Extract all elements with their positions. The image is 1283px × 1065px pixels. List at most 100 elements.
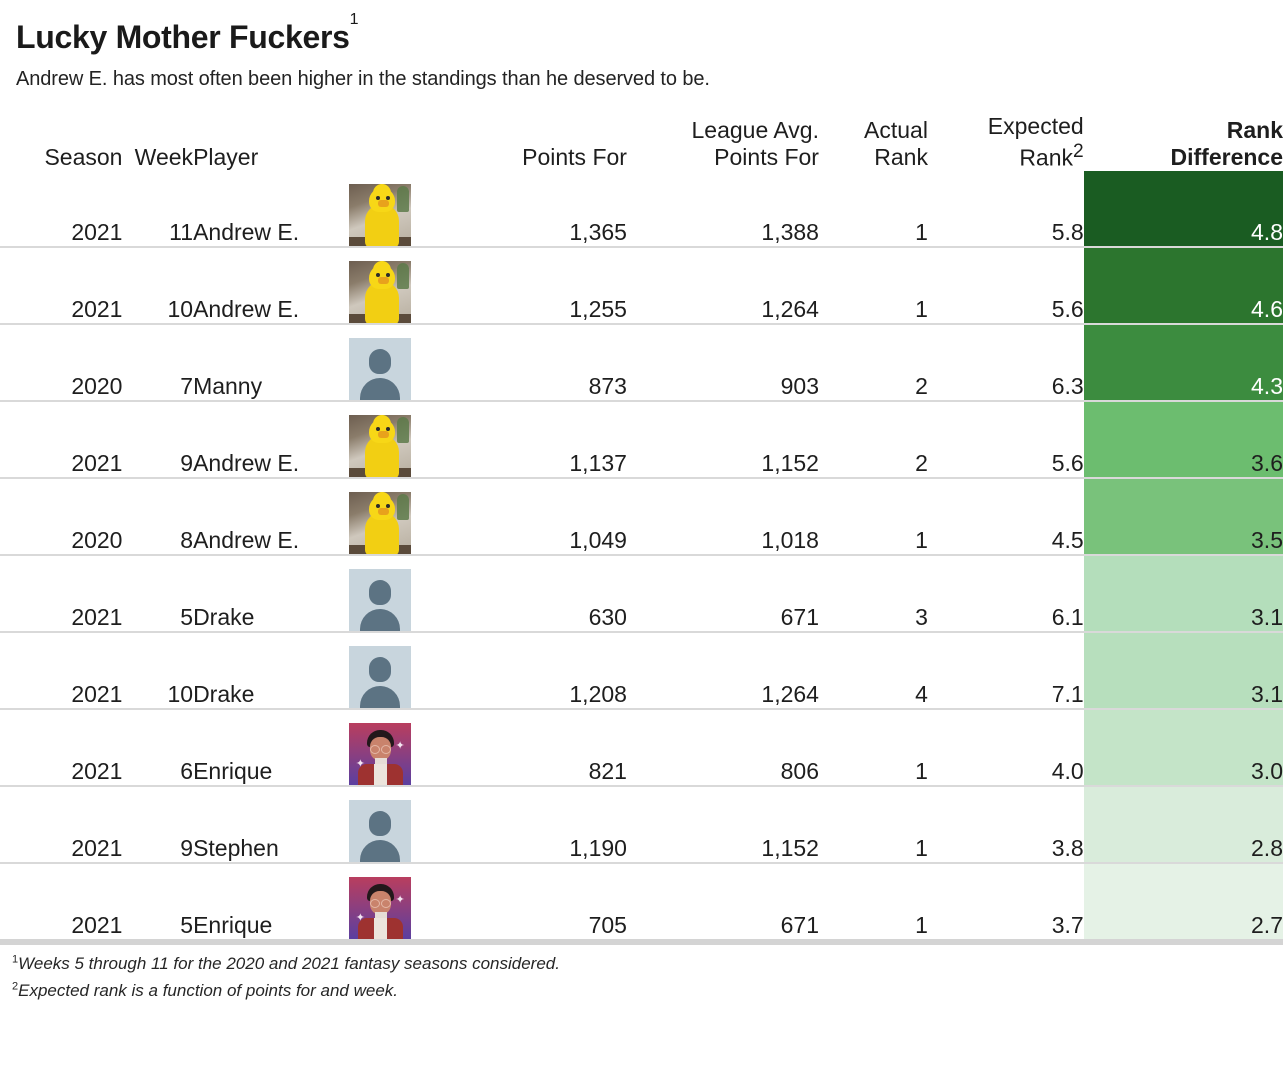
cell-player: Andrew E. bbox=[193, 477, 349, 556]
sparkle-icon: ✦ bbox=[355, 758, 365, 771]
table-row: 2021 6 Enrique ✦ ✦ 821 806 1 4.0 3.0 bbox=[0, 708, 1283, 787]
cell-expected-rank: 7.1 bbox=[927, 631, 1084, 710]
cell-avatar bbox=[348, 400, 441, 479]
table-body: 2021 11 Andrew E. 1,365 1,388 1 5.8 4.8 2021 10 An… bbox=[0, 171, 1283, 940]
bigbird-avatar bbox=[348, 261, 411, 324]
cell-avatar bbox=[348, 246, 441, 325]
sparkle-icon: ✦ bbox=[355, 912, 365, 925]
cell-week: 11 bbox=[169, 219, 194, 246]
footnote: 1Weeks 5 through 11 for the 2020 and 202… bbox=[12, 951, 1283, 977]
cell-actual-rank: 1 bbox=[818, 246, 928, 325]
cell-week: 8 bbox=[122, 477, 194, 556]
cell-expected-rank: 3.7 bbox=[927, 862, 1084, 940]
default-avatar bbox=[348, 569, 411, 632]
avatar-body-shape bbox=[359, 609, 400, 632]
cell-player: Drake bbox=[193, 631, 349, 710]
cell-season: 2021 bbox=[0, 631, 123, 710]
cell-player: Andrew E. bbox=[193, 219, 300, 246]
cell-avatar bbox=[348, 323, 441, 402]
cell-expected-rank: 3.8 bbox=[927, 785, 1084, 864]
cell-avatar: ✦ ✦ bbox=[348, 708, 441, 787]
cell-season: 2021 bbox=[0, 554, 123, 633]
avatar-head-shape bbox=[368, 657, 391, 683]
cell-rank-difference: 3.0 bbox=[1083, 708, 1283, 787]
page-title: Lucky Mother Fuckers1 bbox=[16, 12, 1283, 56]
enrique-avatar: ✦ ✦ bbox=[348, 723, 411, 786]
cell-week: 6 bbox=[122, 708, 194, 787]
cell-points-for: 705 bbox=[440, 862, 627, 940]
cell-season: 2021 bbox=[0, 246, 123, 325]
cell-league-avg-points-for: 671 bbox=[626, 862, 819, 940]
cell-rank-difference: 3.5 bbox=[1083, 477, 1283, 556]
cell-season: 2021 bbox=[71, 219, 123, 246]
footnotes: 1Weeks 5 through 11 for the 2020 and 202… bbox=[12, 951, 1283, 1004]
table-header: Season Week Player Points For League Avg… bbox=[0, 113, 1283, 171]
footnote-text: Weeks 5 through 11 for the 2020 and 2021… bbox=[18, 954, 560, 974]
cell-rank-difference: 3.1 bbox=[1083, 554, 1283, 633]
table-row: 2021 11 Andrew E. 1,365 1,388 1 5.8 4.8 bbox=[0, 171, 1283, 248]
cell-expected-rank: 4.5 bbox=[927, 477, 1084, 556]
column-header-actual-rank: Actual Rank bbox=[864, 117, 928, 171]
column-header-season: Season bbox=[44, 144, 123, 171]
cell-league-avg-points-for: 1,388 bbox=[761, 219, 819, 246]
table-row: 2021 10 Drake 1,208 1,264 4 7.1 3.1 bbox=[0, 631, 1283, 710]
cell-season: 2020 bbox=[0, 477, 123, 556]
cell-expected-rank: 5.6 bbox=[927, 400, 1084, 479]
column-header-expected-rank-label: Expected Rank bbox=[987, 113, 1084, 171]
avatar-head-shape bbox=[368, 811, 391, 837]
avatar-body-shape bbox=[359, 378, 400, 401]
cell-week: 7 bbox=[122, 323, 194, 402]
avatar-head-shape bbox=[368, 580, 391, 606]
cell-league-avg-points-for: 1,264 bbox=[626, 246, 819, 325]
cell-league-avg-points-for: 1,152 bbox=[626, 400, 819, 479]
cell-rank-difference: 2.7 bbox=[1083, 862, 1283, 940]
standings-table: Season Week Player Points For League Avg… bbox=[0, 113, 1283, 940]
column-header-week: Week bbox=[134, 144, 194, 171]
avatar-plant-shape bbox=[396, 263, 409, 290]
avatar-shirt-shape bbox=[373, 918, 387, 940]
avatar-bird-beak bbox=[377, 200, 389, 208]
cell-avatar bbox=[348, 477, 441, 556]
cell-player: Stephen bbox=[193, 785, 349, 864]
cell-avatar bbox=[348, 171, 440, 247]
bigbird-avatar bbox=[348, 184, 411, 247]
cell-points-for: 630 bbox=[440, 554, 627, 633]
table-row: 2021 5 Drake 630 671 3 6.1 3.1 bbox=[0, 554, 1283, 633]
table-row: 2021 9 Stephen 1,190 1,152 1 3.8 2.8 bbox=[0, 785, 1283, 864]
cell-expected-rank: 6.3 bbox=[927, 323, 1084, 402]
title-footnote-marker: 1 bbox=[349, 11, 359, 29]
cell-actual-rank: 1 bbox=[818, 708, 928, 787]
bigbird-avatar bbox=[348, 492, 411, 555]
avatar-bird-beak bbox=[377, 277, 389, 285]
cell-season: 2021 bbox=[0, 785, 123, 864]
cell-avatar: ✦ ✦ bbox=[348, 862, 441, 940]
enrique-avatar: ✦ ✦ bbox=[348, 877, 411, 940]
cell-league-avg-points-for: 1,264 bbox=[626, 631, 819, 710]
cell-points-for: 873 bbox=[440, 323, 627, 402]
cell-rank-difference: 4.3 bbox=[1083, 323, 1283, 402]
cell-player: Manny bbox=[193, 323, 349, 402]
avatar-shirt-shape bbox=[373, 764, 387, 786]
sparkle-icon: ✦ bbox=[395, 740, 405, 753]
cell-points-for: 1,208 bbox=[440, 631, 627, 710]
cell-avatar bbox=[348, 554, 441, 633]
avatar-head-shape bbox=[368, 349, 391, 375]
cell-expected-rank: 4.0 bbox=[927, 708, 1084, 787]
cell-actual-rank: 1 bbox=[915, 219, 928, 246]
avatar-body-shape bbox=[359, 686, 400, 709]
table-row: 2020 7 Manny 873 903 2 6.3 4.3 bbox=[0, 323, 1283, 402]
cell-actual-rank: 3 bbox=[818, 554, 928, 633]
avatar-plant-shape bbox=[396, 494, 409, 521]
avatar-bird-beak bbox=[377, 508, 389, 516]
cell-points-for: 1,190 bbox=[440, 785, 627, 864]
footnote-text: Expected rank is a function of points fo… bbox=[18, 980, 399, 1000]
cell-week: 5 bbox=[122, 554, 194, 633]
cell-rank-difference: 3.6 bbox=[1083, 400, 1283, 479]
page-title-text: Lucky Mother Fuckers bbox=[16, 19, 350, 55]
cell-season: 2021 bbox=[0, 862, 123, 940]
cell-league-avg-points-for: 903 bbox=[626, 323, 819, 402]
table-row: 2021 9 Andrew E. 1,137 1,152 2 5.6 3.6 bbox=[0, 400, 1283, 479]
cell-actual-rank: 1 bbox=[818, 862, 928, 940]
cell-points-for: 821 bbox=[440, 708, 627, 787]
cell-player: Enrique bbox=[193, 708, 349, 787]
